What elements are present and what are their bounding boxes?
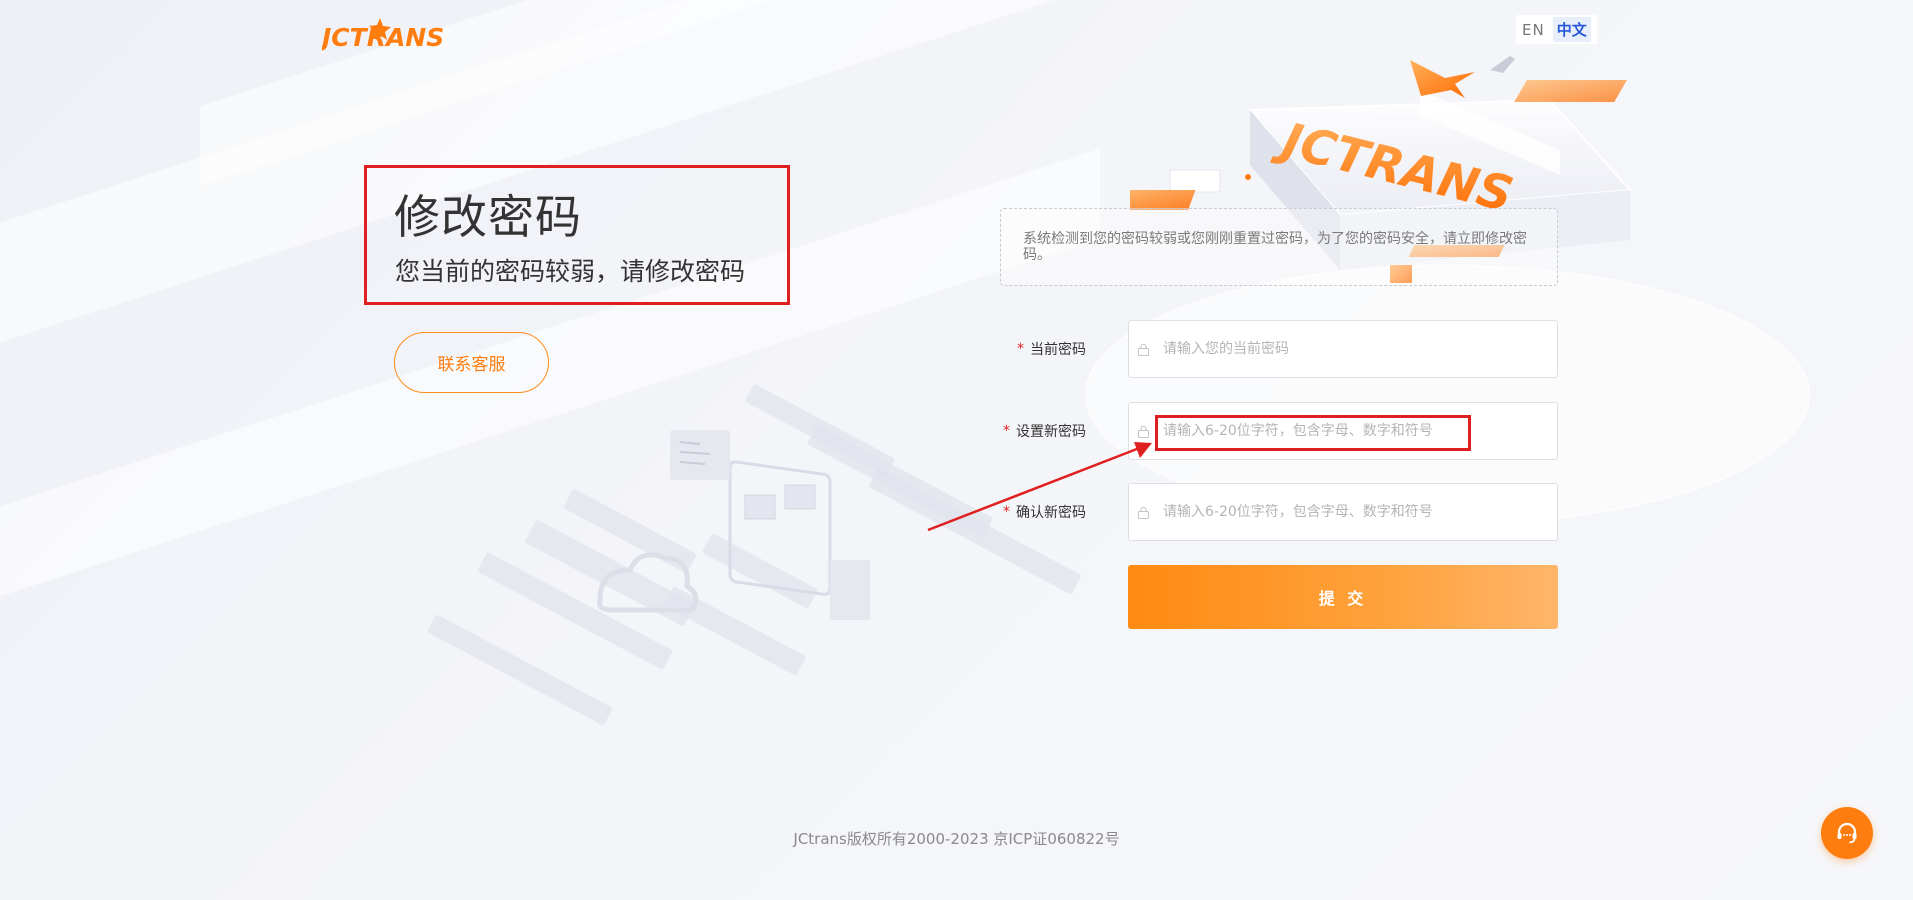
customer-service-button[interactable] xyxy=(1821,807,1873,859)
footer-copyright: JCtrans版权所有2000-2023 京ICP证060822号 xyxy=(793,830,1120,848)
lock-icon xyxy=(1138,343,1149,356)
submit-button[interactable]: 提 交 xyxy=(1128,565,1558,629)
page-subtitle: 您当前的密码较弱，请修改密码 xyxy=(395,257,746,286)
headset-icon xyxy=(1837,822,1857,844)
annotation-arrow xyxy=(927,442,1152,532)
current-password-label-text: 当前密码 xyxy=(1030,342,1086,358)
current-password-input[interactable] xyxy=(1163,321,1543,377)
lang-en-option[interactable]: EN xyxy=(1522,21,1545,39)
required-mark: * xyxy=(1017,341,1024,357)
current-password-label: * 当前密码 xyxy=(1017,320,1086,378)
security-notice: 系统检测到您的密码较弱或您刚刚重置过密码，为了您的密码安全，请立即修改密码。 xyxy=(1000,208,1558,286)
placeholder-highlight-box xyxy=(1155,415,1471,451)
confirm-password-input[interactable] xyxy=(1163,484,1543,540)
current-password-field[interactable] xyxy=(1128,320,1558,378)
current-password-row: * 当前密码 xyxy=(1000,320,1560,378)
lang-zh-option[interactable]: 中文 xyxy=(1552,17,1591,42)
jctrans-logo[interactable]: JCTRANS xyxy=(317,14,456,52)
confirm-password-field[interactable] xyxy=(1128,483,1558,541)
contact-support-button[interactable]: 联系客服 xyxy=(394,332,549,393)
page-title: 修改密码 xyxy=(394,190,582,244)
